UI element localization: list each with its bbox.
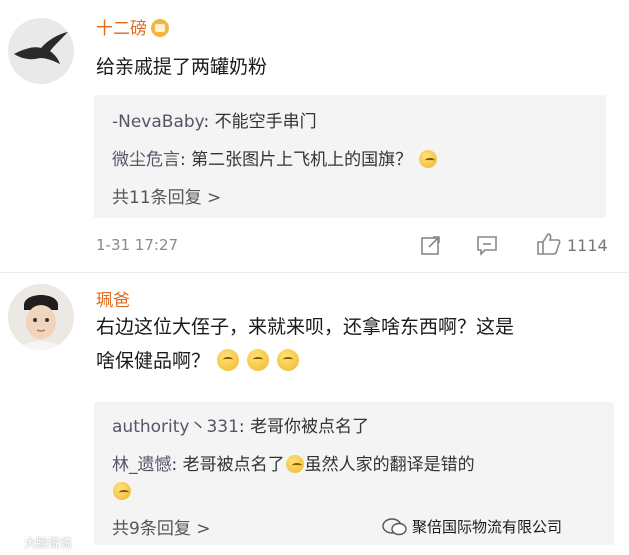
thinking-emoji-icon: [247, 349, 270, 371]
watermark-right: 聚倍国际物流有限公司: [382, 516, 562, 537]
smile-emoji-icon: [113, 482, 131, 500]
reply-text: 老哥被点名了: [182, 455, 285, 475]
share-icon[interactable]: [420, 234, 442, 256]
username-text[interactable]: 十二磅: [96, 19, 147, 39]
bird-avatar-icon: [14, 32, 68, 64]
comment-2: 珮爸 右边这位大侄子，来就来呗，还拿啥东西啊？这是 啥保健品啊？ authori…: [0, 272, 629, 555]
comment-text: 右边这位大侄子，来就来呗，还拿啥东西啊？这是 啥保健品啊？: [96, 310, 616, 378]
reply-item: -NevaBaby: 不能空手串门: [112, 112, 317, 132]
wechat-icon: [382, 518, 407, 536]
laugh-emoji-icon: [418, 150, 437, 168]
reply-author[interactable]: 林_遗憾: [112, 455, 172, 475]
comment-1: 十二磅 给亲戚提了两罐奶粉 -NevaBaby: 不能空手串门 微尘危言: 第二…: [0, 0, 629, 272]
comment-text-line: 啥保健品啊？: [96, 344, 616, 378]
reply-author[interactable]: -NevaBaby: [112, 112, 203, 132]
comment-date: 1-31 17:27: [96, 236, 179, 254]
username[interactable]: 珮爸: [96, 286, 130, 311]
reply-item: 微尘危言: 第二张图片上飞机上的国旗？: [112, 145, 438, 170]
reply-author[interactable]: 微尘危言: [112, 150, 180, 170]
reply-text: 老哥你被点名了: [250, 417, 370, 437]
avatar[interactable]: [8, 18, 74, 84]
reply-box: -NevaBaby: 不能空手串门 微尘危言: 第二张图片上飞机上的国旗？ 共1…: [94, 95, 606, 218]
reply-text: 第二张图片上飞机上的国旗？: [191, 150, 413, 170]
username[interactable]: 十二磅: [96, 14, 169, 39]
reply-text: 不能空手串门: [214, 112, 317, 132]
reply-item: 林_遗憾: 老哥被点名了 虽然人家的翻译是错的: [112, 455, 475, 475]
thumbs-up-icon: [537, 233, 561, 255]
smile-emoji-icon: [285, 455, 304, 473]
share-icon-svg: [421, 236, 440, 255]
comment-icon-svg: [477, 236, 497, 256]
comment-icon[interactable]: [476, 234, 498, 256]
comment-text: 给亲戚提了两罐奶粉: [96, 56, 268, 78]
more-replies-link[interactable]: 共9条回复 >: [112, 514, 210, 539]
child-avatar-icon: [8, 284, 74, 350]
like-count: 1114: [567, 236, 608, 255]
like-icon[interactable]: [536, 232, 562, 256]
watermark-left: 大脸说说: [6, 534, 72, 551]
thinking-emoji-icon: [217, 349, 240, 371]
avatar[interactable]: [8, 284, 74, 350]
reply-text: 虽然人家的翻译是错的: [304, 455, 475, 475]
watermark-logo-icon: [6, 534, 22, 550]
comment-text-line2: 啥保健品啊？: [96, 350, 211, 372]
reply-item: authority丶331: 老哥你被点名了: [112, 417, 370, 437]
vip-badge-icon: [151, 19, 169, 37]
thinking-emoji-icon: [277, 349, 300, 371]
reply-item: [112, 482, 132, 502]
more-replies-link[interactable]: 共11条回复 >: [112, 183, 221, 208]
watermark-left-text: 大脸说说: [24, 536, 73, 550]
comment-text-line: 右边这位大侄子，来就来呗，还拿啥东西啊？这是: [96, 316, 515, 338]
watermark-right-text: 聚倍国际物流有限公司: [412, 518, 563, 536]
reply-author[interactable]: authority丶331: [112, 417, 239, 437]
